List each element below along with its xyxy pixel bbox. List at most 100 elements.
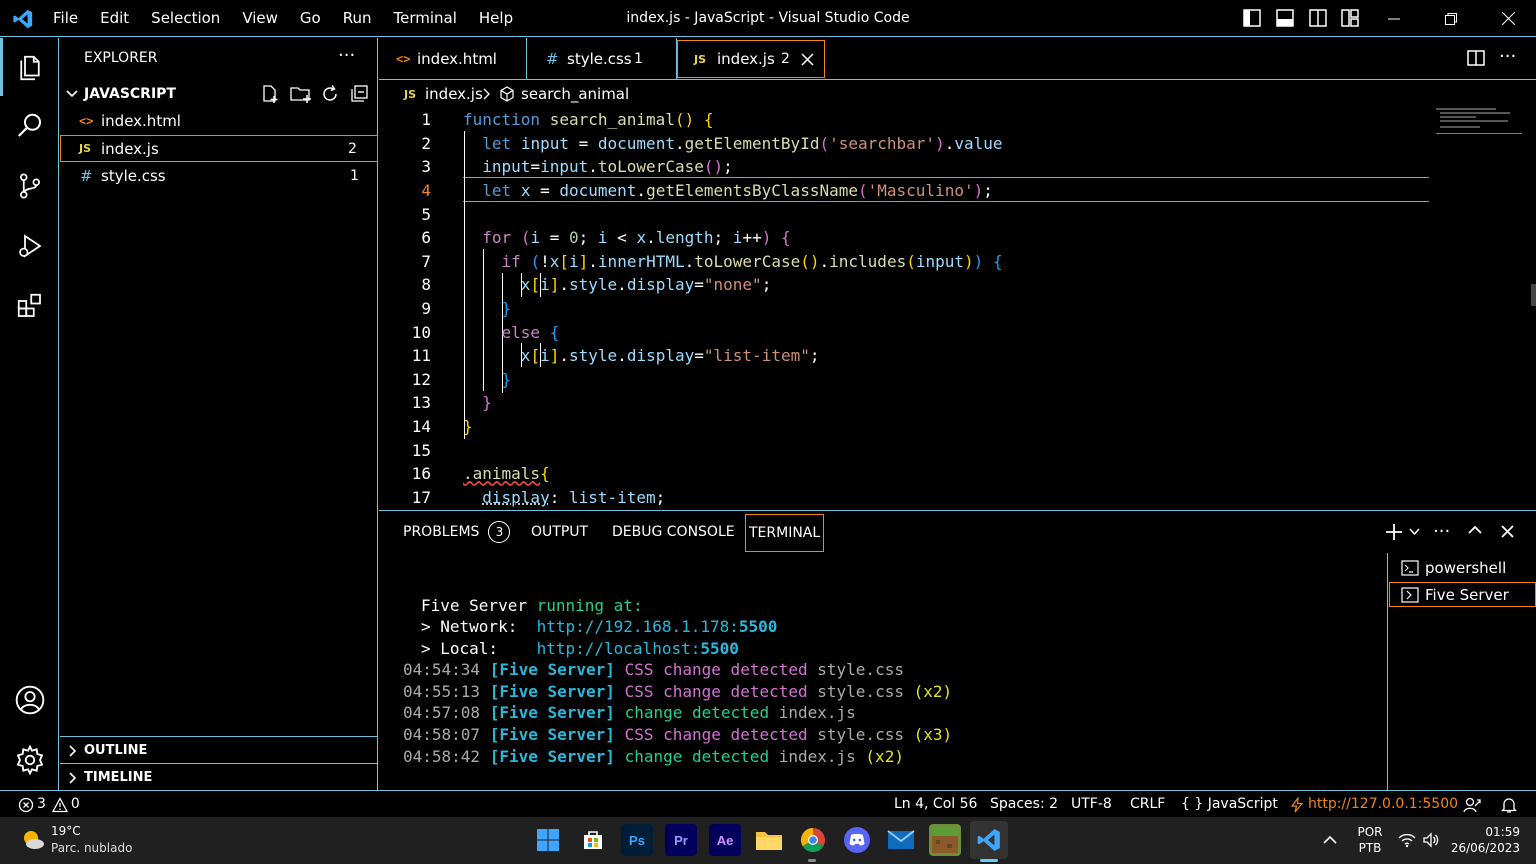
accounts-feedback-icon[interactable]: [1463, 796, 1481, 814]
run-debug-activity[interactable]: [0, 218, 59, 274]
chevron-right-icon: [69, 745, 77, 757]
breadcrumb-symbol[interactable]: search_animal: [521, 85, 629, 103]
bottom-panel: PROBLEMS 3 OUTPUT DEBUG CONSOLE TERMINAL…: [379, 510, 1536, 791]
mail-app[interactable]: [885, 824, 917, 856]
encoding[interactable]: UTF-8: [1071, 791, 1112, 818]
menu-selection[interactable]: Selection: [140, 0, 231, 37]
wifi-icon[interactable]: [1398, 832, 1416, 848]
breadcrumb-file[interactable]: index.js: [425, 85, 483, 103]
timeline-section[interactable]: TIMELINE: [60, 763, 378, 790]
minimap[interactable]: [1436, 108, 1522, 138]
outline-section[interactable]: OUTLINE: [60, 736, 378, 763]
chevron-down-icon[interactable]: [1409, 528, 1420, 536]
toggle-secondary-sidebar-icon[interactable]: [1309, 9, 1327, 27]
restore-button[interactable]: [1423, 0, 1479, 37]
terminal-instance-powershell[interactable]: powershell: [1389, 555, 1536, 581]
minimize-button[interactable]: [1366, 0, 1422, 37]
cursor-position[interactable]: Ln 4, Col 56: [894, 791, 977, 818]
problems-status[interactable]: 3 0: [18, 791, 80, 818]
bell-icon[interactable]: [1501, 796, 1517, 814]
code-line: 15: [411, 440, 431, 460]
menu-edit[interactable]: Edit: [89, 0, 140, 37]
tab-index-html[interactable]: <> index.html: [379, 38, 527, 80]
file-item-index-js[interactable]: JS index.js 2: [60, 135, 378, 162]
discord-app[interactable]: [841, 824, 873, 856]
menu-go[interactable]: Go: [289, 0, 332, 37]
split-editor-icon[interactable]: [1467, 49, 1485, 67]
status-bar: 3 0 Ln 4, Col 56 Spaces: 2 UTF-8 CRLF { …: [0, 790, 1536, 817]
search-activity[interactable]: [0, 98, 59, 154]
tab-index-js[interactable]: JS index.js 2: [677, 40, 825, 78]
volume-icon[interactable]: [1422, 832, 1440, 848]
maximize-panel-icon[interactable]: [1468, 525, 1482, 535]
new-terminal-icon[interactable]: [1385, 523, 1403, 541]
account-icon: [15, 685, 44, 715]
menu-terminal[interactable]: Terminal: [383, 0, 468, 37]
menu-help[interactable]: Help: [468, 0, 524, 37]
terminal-line: > Local: http://localhost:5500: [421, 639, 739, 658]
menu-file[interactable]: File: [42, 0, 89, 37]
explorer-more-button[interactable]: ···: [338, 45, 355, 66]
premiere-icon[interactable]: Pr: [665, 824, 697, 856]
chrome-app[interactable]: [797, 824, 829, 856]
accounts-activity[interactable]: [0, 672, 59, 728]
five-server-status[interactable]: http://127.0.0.1:5500: [1290, 791, 1458, 818]
html-file-icon: <>: [396, 52, 411, 66]
new-file-icon[interactable]: [260, 84, 280, 104]
system-clock[interactable]: 01:59 26/06/2023: [1440, 825, 1520, 855]
panel-more-icon[interactable]: ···: [1433, 521, 1450, 542]
menu-view[interactable]: View: [231, 0, 289, 37]
file-item-index-html[interactable]: <> index.html: [60, 108, 378, 134]
terminal-icon: [1401, 586, 1419, 603]
tab-style-css[interactable]: # style.css 1: [527, 38, 677, 80]
collapse-all-icon[interactable]: [350, 84, 370, 104]
terminal-output[interactable]: Five Server running at: > Network: http:…: [379, 511, 1379, 791]
source-control-activity[interactable]: [0, 158, 59, 214]
manage-activity[interactable]: [0, 732, 59, 788]
extensions-activity[interactable]: [0, 278, 59, 334]
close-panel-icon[interactable]: [1501, 525, 1514, 538]
run-debug-icon: [18, 234, 42, 258]
code-editor[interactable]: 1 function search_animal() { 2 let input …: [379, 107, 1429, 509]
start-button[interactable]: [532, 824, 564, 856]
file-item-style-css[interactable]: # style.css 1: [60, 163, 378, 189]
indentation[interactable]: Spaces: 2: [990, 791, 1058, 818]
minecraft-app[interactable]: [929, 824, 961, 856]
menu-run[interactable]: Run: [332, 0, 383, 37]
line-ending[interactable]: CRLF: [1130, 791, 1165, 818]
terminal-log-line: 04:58:42 [Five Server] change detected i…: [403, 747, 904, 766]
vscode-logo-icon[interactable]: [12, 8, 34, 30]
weather-icon[interactable]: [20, 827, 46, 853]
language-mode[interactable]: { } JavaScript: [1181, 791, 1278, 818]
close-tab-icon[interactable]: [801, 53, 814, 66]
css-file-icon: #: [80, 167, 93, 185]
warning-icon: [51, 796, 68, 812]
code-line: 3 input=input.toLowerCase();: [421, 157, 733, 177]
terminal-instance-five-server[interactable]: Five Server: [1389, 582, 1536, 607]
after-effects-icon[interactable]: Ae: [709, 824, 741, 856]
terminal-line: Five Server running at:: [421, 596, 643, 615]
running-app-indicator: [808, 859, 816, 862]
vscode-taskbar-app[interactable]: [970, 821, 1008, 859]
toggle-primary-sidebar-icon[interactable]: [1243, 9, 1261, 27]
code-line: 6 for (i = 0; i < x.length; i++) {: [421, 228, 791, 248]
code-line: 5: [421, 204, 431, 224]
explorer-activity[interactable]: [0, 40, 59, 96]
input-language[interactable]: POR PTB: [1356, 825, 1384, 855]
refresh-icon[interactable]: [320, 84, 340, 104]
customize-layout-icon[interactable]: [1341, 9, 1359, 27]
error-icon: [18, 797, 34, 812]
extensions-icon: [17, 293, 41, 317]
code-line: 10 else {: [411, 322, 560, 342]
file-explorer-app[interactable]: [753, 824, 785, 856]
editor-more-icon[interactable]: ···: [1499, 46, 1516, 67]
photoshop-icon[interactable]: Ps: [621, 824, 653, 856]
chevron-up-icon[interactable]: [1323, 835, 1337, 845]
mail-icon: [887, 830, 915, 849]
editor-scrollbar[interactable]: [1531, 284, 1536, 306]
store-app[interactable]: [577, 824, 609, 856]
close-window-button[interactable]: [1480, 0, 1536, 37]
new-folder-icon[interactable]: [290, 84, 312, 104]
toggle-panel-icon[interactable]: [1276, 9, 1294, 27]
braces-icon: { }: [1181, 796, 1204, 812]
